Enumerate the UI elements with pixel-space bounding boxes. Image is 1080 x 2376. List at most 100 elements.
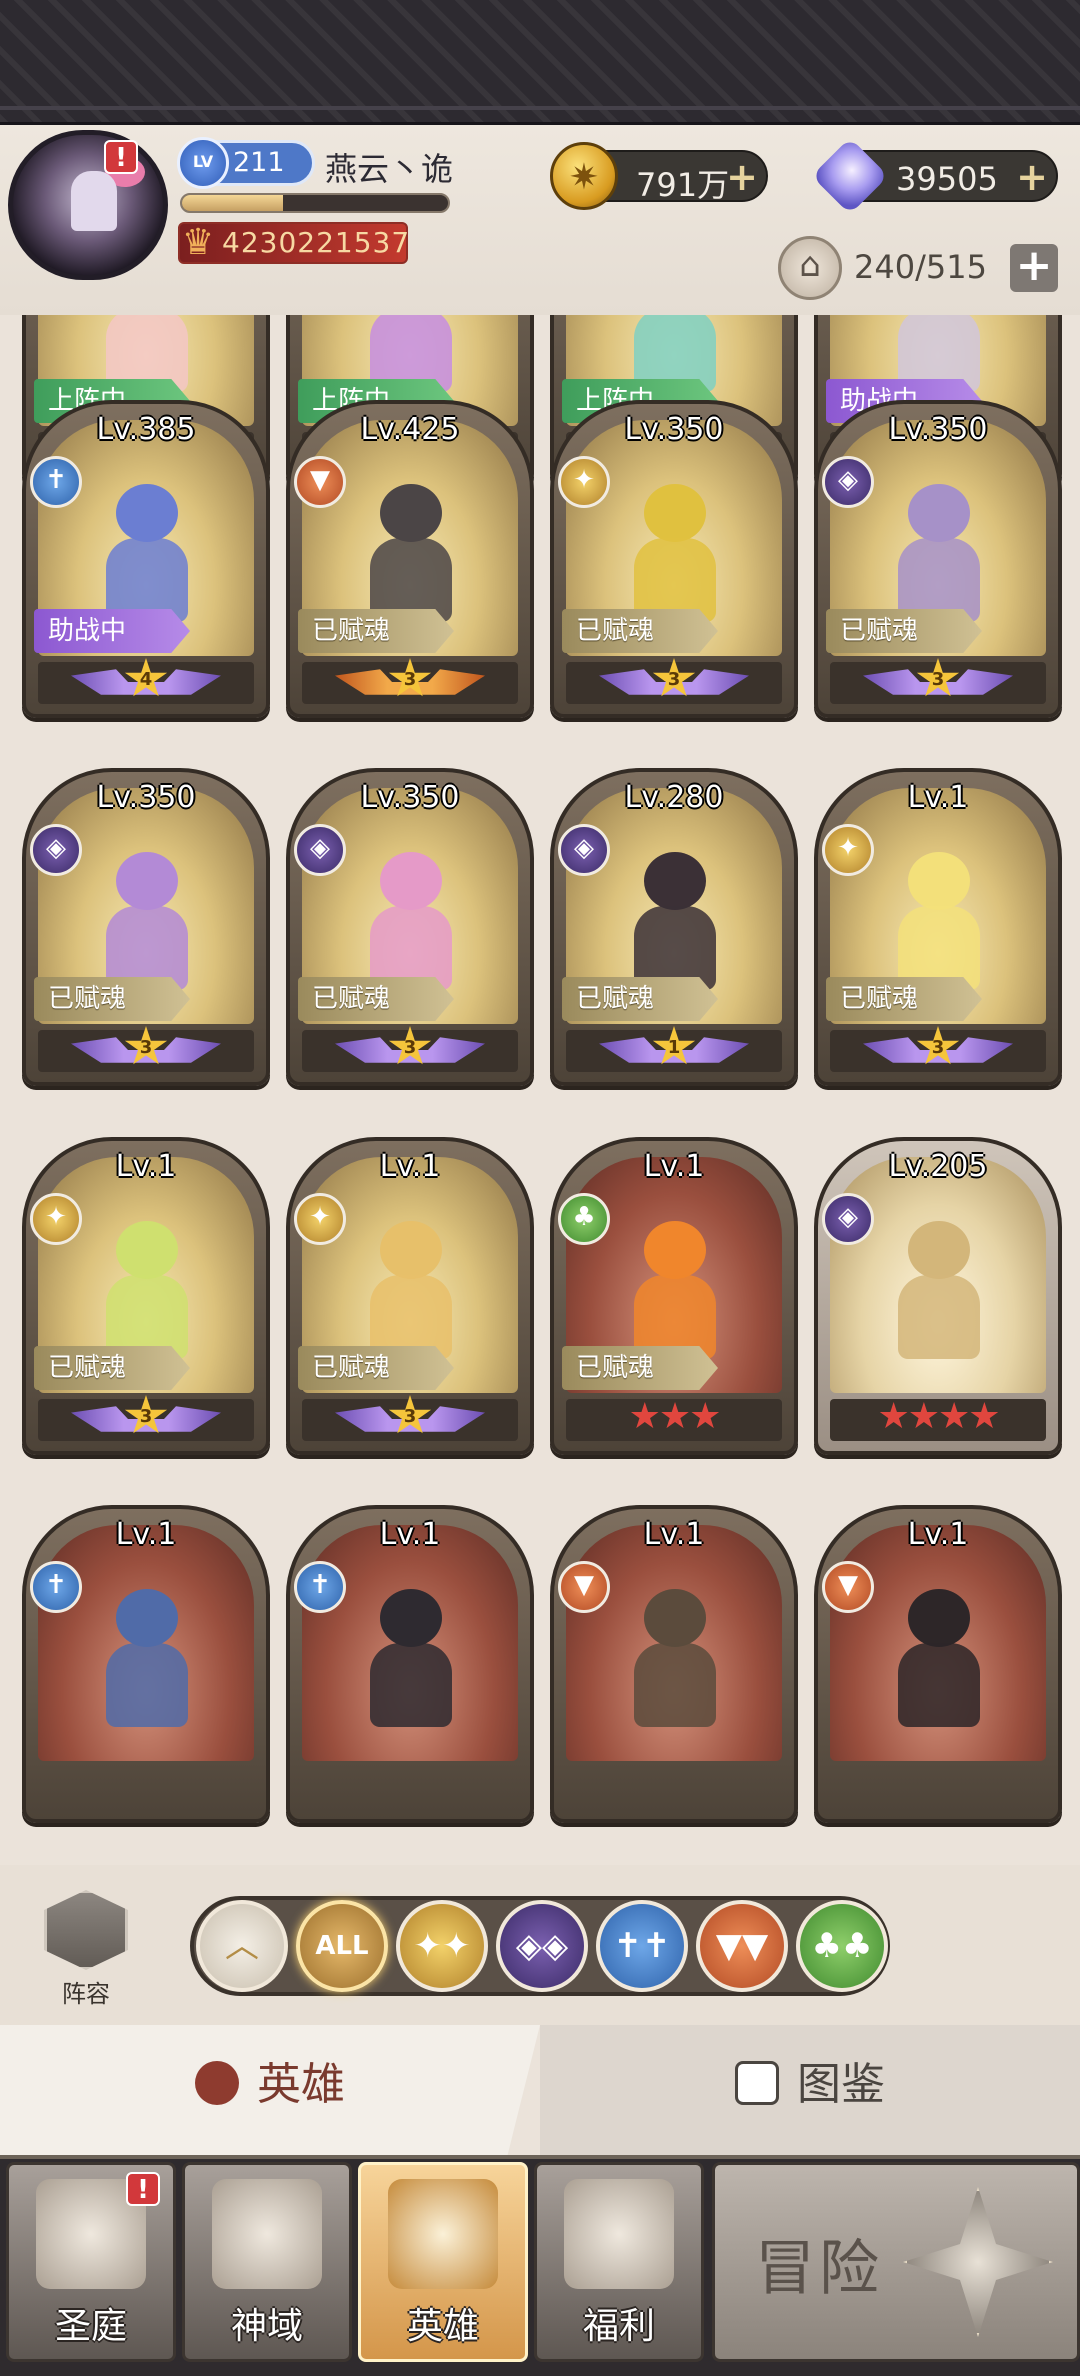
crystal-shrine-icon <box>212 2179 322 2289</box>
lineup-button[interactable]: 阵容 <box>32 1890 140 2008</box>
nav-heroes-label: 英雄 <box>406 2306 479 2347</box>
gold-coin-icon <box>550 142 618 210</box>
combat-power-value: 4230221537 <box>222 226 411 259</box>
hero-level: Lv.350 <box>96 780 196 815</box>
tab-codex-label: 图鉴 <box>797 2059 885 2110</box>
hero-status-tag: 已赋魂 <box>562 977 718 1021</box>
avatar-alert-icon: ! <box>104 140 138 174</box>
hero-level: Lv.1 <box>907 1517 969 1552</box>
hero-status-tag: 已赋魂 <box>562 609 718 653</box>
nav-divine[interactable]: 神域 <box>182 2162 352 2362</box>
hero-card[interactable]: Lv.350已赋魂3 <box>814 400 1062 718</box>
treasure-chest-icon <box>564 2179 674 2289</box>
hero-sprite <box>350 1579 470 1739</box>
faction-wild-icon <box>294 456 346 508</box>
nav-welfare[interactable]: 福利 <box>534 2162 704 2362</box>
faction-wild-icon <box>558 1561 610 1613</box>
nav-welfare-label: 福利 <box>582 2306 655 2347</box>
hero-status-tag: 已赋魂 <box>298 1346 454 1390</box>
faction-dark-icon <box>294 824 346 876</box>
hero-card[interactable]: Lv.350已赋魂3 <box>22 768 270 1086</box>
helmet-icon <box>195 2061 239 2105</box>
combat-power: ♛ 4230221537 <box>178 222 411 264</box>
hero-status-tag: 已赋魂 <box>826 609 982 653</box>
hero-card[interactable]: Lv.1 <box>550 1505 798 1823</box>
faction-dark-icon <box>30 824 82 876</box>
hero-card[interactable]: Lv.1已赋魂3 <box>814 768 1062 1086</box>
hero-status-tag: 已赋魂 <box>34 1346 190 1390</box>
player-name: 燕云丶诡 <box>325 150 454 188</box>
faction-holy-icon <box>30 456 82 508</box>
hero-card[interactable]: Lv.1 <box>22 1505 270 1823</box>
lineup-label: 阵容 <box>62 1980 110 2008</box>
hero-level: Lv.1 <box>379 1149 441 1184</box>
sanctuary-alert-icon: ! <box>126 2172 160 2206</box>
hero-level: Lv.1 <box>643 1149 705 1184</box>
filter-nature-icon[interactable]: ♣ <box>796 1900 888 1992</box>
top-decor-bar <box>0 0 1080 125</box>
filter-dark-icon[interactable]: ◈ <box>496 1900 588 1992</box>
faction-light-icon <box>822 824 874 876</box>
hero-level: Lv.425 <box>360 412 460 447</box>
hero-level: Lv.1 <box>643 1517 705 1552</box>
player-level: LV 211 <box>177 137 315 189</box>
hero-card[interactable]: Lv.350已赋魂3 <box>286 768 534 1086</box>
faction-holy-icon <box>30 1561 82 1613</box>
level-icon: LV <box>177 137 229 189</box>
hero-status-tag: 已赋魂 <box>562 1346 718 1390</box>
hero-level: Lv.350 <box>888 412 988 447</box>
exp-bar <box>180 193 450 213</box>
hero-level: Lv.1 <box>379 1517 441 1552</box>
red-stars-icon: ★★★ <box>628 1396 722 1437</box>
hero-card[interactable]: Lv.350已赋魂3 <box>550 400 798 718</box>
hero-grid: 上阵中4上阵中3上阵中3助战中3Lv.385助战中4Lv.425已赋魂3Lv.3… <box>0 315 1080 1865</box>
tab-codex[interactable]: 图鉴 <box>540 2025 1080 2155</box>
star-card-icon <box>735 2061 779 2105</box>
hero-status-tag: 已赋魂 <box>298 609 454 653</box>
tab-heroes[interactable]: 英雄 <box>0 2025 540 2155</box>
hero-sprite <box>878 1211 998 1371</box>
hero-sprite <box>614 1579 734 1739</box>
hero-status-tag: 助战中 <box>34 609 190 653</box>
faction-holy-icon <box>294 1561 346 1613</box>
filter-light-icon[interactable]: ✦ <box>396 1900 488 1992</box>
filter-holy-icon[interactable]: ✝ <box>596 1900 688 1992</box>
hero-card[interactable]: Lv.385助战中4 <box>22 400 270 718</box>
faction-light-icon <box>558 456 610 508</box>
level-value: 211 <box>233 147 285 178</box>
nav-heroes[interactable]: 英雄 <box>358 2162 528 2362</box>
exp-fill <box>182 195 284 211</box>
hero-card[interactable]: Lv.1已赋魂3 <box>286 1137 534 1455</box>
faction-dark-icon <box>822 456 874 508</box>
nav-divine-label: 神域 <box>230 2306 303 2347</box>
faction-dark-icon <box>822 1193 874 1245</box>
hero-card[interactable]: Lv.1已赋魂3 <box>22 1137 270 1455</box>
hero-card[interactable]: Lv.1 已赋魂 ★★★ <box>550 1137 798 1455</box>
gold-add-button[interactable]: + <box>726 158 758 196</box>
capacity-add-button[interactable]: + <box>1010 244 1058 292</box>
faction-wild-icon <box>822 1561 874 1613</box>
nav-adventure[interactable]: 冒险 <box>712 2162 1080 2362</box>
power-icon: ♛ <box>181 222 215 263</box>
hero-card[interactable]: Lv.425已赋魂3 <box>286 400 534 718</box>
hero-card[interactable]: Lv.1 <box>814 1505 1062 1823</box>
gold-value: 791万 <box>636 166 730 204</box>
hero-level: Lv.1 <box>907 780 969 815</box>
knight-helmet-icon <box>388 2179 498 2289</box>
player-avatar[interactable] <box>8 130 168 280</box>
gold-counter: 791万 + <box>550 142 768 210</box>
hero-card[interactable]: Lv.280已赋魂1 <box>550 768 798 1086</box>
hero-card[interactable]: Lv.205 ★★★★ <box>814 1137 1062 1455</box>
nav-sanctuary-label: 圣庭 <box>54 2306 127 2347</box>
hero-level: Lv.350 <box>624 412 724 447</box>
hero-capacity: 240/515 + <box>778 236 1058 300</box>
gem-add-button[interactable]: + <box>1016 158 1048 196</box>
hero-level: Lv.205 <box>888 1149 988 1184</box>
capacity-value: 240/515 <box>854 248 987 286</box>
avatar-figure <box>71 171 117 231</box>
hero-status-tag: 已赋魂 <box>826 977 982 1021</box>
hero-card[interactable]: Lv.1 <box>286 1505 534 1823</box>
filter-all-button[interactable]: ALL <box>296 1900 388 1992</box>
sort-toggle-button[interactable]: ︿ <box>196 1900 288 1992</box>
filter-wild-icon[interactable]: ▼ <box>696 1900 788 1992</box>
